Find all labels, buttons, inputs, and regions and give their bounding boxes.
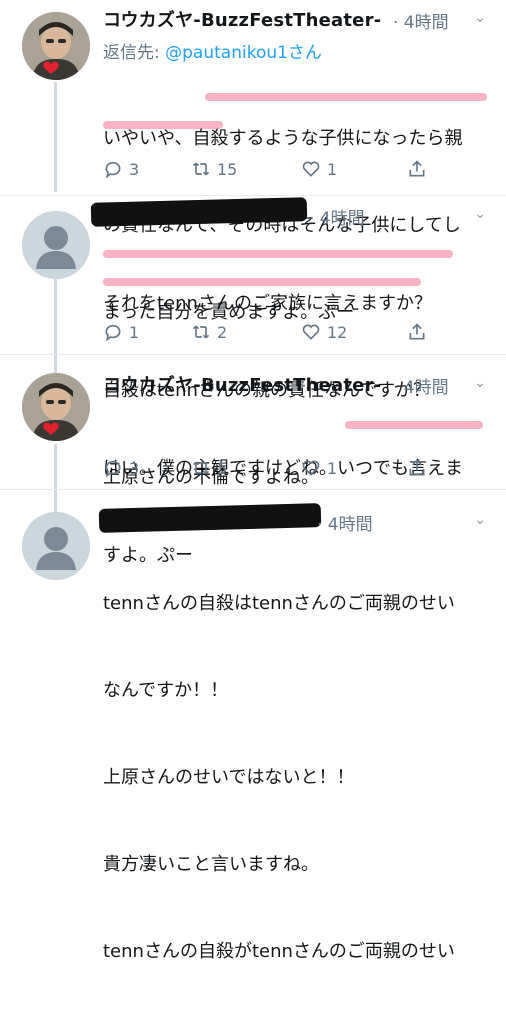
tweet-text: tennさんの自殺はtennさんのご両親のせい なんですか！！ 上原さんのせいで… bbox=[103, 531, 498, 1024]
tweet[interactable]: · 4時間 ⌄ それをtennさんのご家族に言えますか？ 自殺はtennさんの親… bbox=[0, 196, 506, 488]
share-button[interactable] bbox=[407, 320, 433, 344]
reply-icon bbox=[105, 460, 121, 478]
timestamp[interactable]: · 4時間 bbox=[309, 204, 365, 229]
retweet-icon bbox=[192, 461, 210, 475]
like-button[interactable]: 12 bbox=[301, 320, 347, 344]
avatar[interactable] bbox=[22, 512, 90, 580]
tweet[interactable]: コウカズヤ-BuzzFestTheater- · 4時間 ⌄ はい。僕の主観です… bbox=[0, 355, 506, 566]
chevron-down-icon[interactable]: ⌄ bbox=[474, 375, 486, 391]
share-button[interactable] bbox=[407, 456, 433, 480]
timestamp[interactable]: · 4時間 bbox=[393, 8, 449, 33]
reply-button[interactable]: 3 bbox=[103, 456, 139, 480]
avatar[interactable] bbox=[22, 211, 90, 279]
tweet-text-line: いやいや、自殺するような子供になったら親 bbox=[103, 128, 463, 149]
retweet-button[interactable]: 2 bbox=[191, 320, 227, 344]
reply-count: 3 bbox=[129, 458, 140, 478]
retweet-count: 2 bbox=[217, 322, 228, 342]
heart-icon bbox=[302, 324, 320, 340]
tweet-text-line: なんですか！！ bbox=[103, 680, 229, 701]
retweet-count: 15 bbox=[217, 159, 238, 179]
retweet-count: 5 bbox=[217, 458, 228, 478]
reply-icon bbox=[105, 161, 121, 179]
tweet[interactable]: · 4時間 ⌄ tennさんの自殺はtennさんのご両親のせい なんですか！！ … bbox=[0, 490, 506, 962]
tweet-text-line: tennさんの自殺がtennさんのご両親のせい bbox=[103, 941, 455, 962]
retweet-icon bbox=[192, 162, 210, 176]
reply-to: 返信先: @pautanikou1さん bbox=[103, 38, 322, 63]
reply-to-handle[interactable]: @pautanikou1さん bbox=[165, 43, 322, 63]
heart-icon bbox=[302, 161, 320, 177]
avatar[interactable] bbox=[22, 373, 90, 441]
share-button[interactable] bbox=[407, 157, 433, 181]
tweet[interactable]: コウカズヤ-BuzzFestTheater- · 4時間 ⌄ 返信先: @pau… bbox=[0, 0, 506, 323]
reply-icon bbox=[105, 324, 121, 342]
chevron-down-icon[interactable]: ⌄ bbox=[474, 206, 486, 222]
tweet-text-line: 貴方凄いこと言いますね。 bbox=[103, 854, 319, 875]
display-name[interactable]: コウカズヤ-BuzzFestTheater- bbox=[103, 6, 381, 32]
reply-count: 3 bbox=[129, 159, 140, 179]
share-icon bbox=[409, 160, 425, 177]
like-count: 1 bbox=[327, 458, 338, 478]
reply-button[interactable]: 3 bbox=[103, 157, 139, 181]
tweet-text-line: 上原さんのせいではないと！！ bbox=[103, 767, 355, 788]
redacted-name bbox=[98, 503, 322, 533]
like-count: 1 bbox=[327, 159, 338, 179]
reply-count: 1 bbox=[129, 322, 140, 342]
heart-icon bbox=[302, 460, 320, 476]
retweet-button[interactable]: 15 bbox=[191, 157, 237, 181]
share-icon bbox=[409, 323, 425, 340]
chevron-down-icon[interactable]: ⌄ bbox=[474, 10, 486, 26]
like-count: 12 bbox=[327, 322, 348, 342]
tweet-text-line: それをtennさんのご家族に言えますか？ bbox=[103, 293, 432, 314]
avatar[interactable] bbox=[22, 12, 90, 80]
share-icon bbox=[409, 459, 425, 476]
like-button[interactable]: 1 bbox=[301, 456, 337, 480]
like-button[interactable]: 1 bbox=[301, 157, 337, 181]
display-name[interactable]: コウカズヤ-BuzzFestTheater- bbox=[103, 371, 381, 397]
tweet-text-line: tennさんの自殺はtennさんのご両親のせい bbox=[103, 593, 455, 614]
reply-to-label: 返信先: bbox=[103, 43, 160, 63]
chevron-down-icon[interactable]: ⌄ bbox=[474, 512, 486, 528]
retweet-icon bbox=[192, 325, 210, 339]
reply-button[interactable]: 1 bbox=[103, 320, 139, 344]
retweet-button[interactable]: 5 bbox=[191, 456, 227, 480]
timestamp[interactable]: · 4時間 bbox=[393, 373, 449, 398]
redacted-name bbox=[90, 197, 308, 227]
